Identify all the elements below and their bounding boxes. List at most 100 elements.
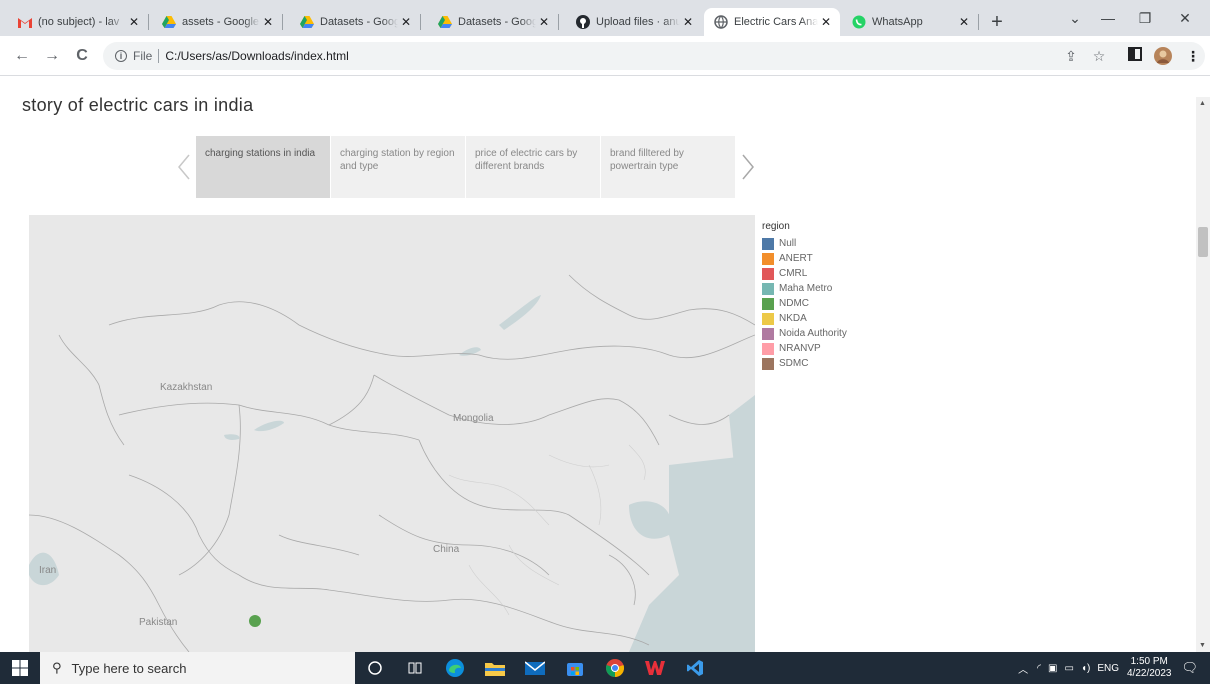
scroll-up-icon[interactable]: ▲: [1199, 100, 1206, 107]
legend-item[interactable]: Null: [762, 236, 847, 251]
microsoft-store-icon[interactable]: [555, 652, 595, 684]
legend-item[interactable]: NKDA: [762, 311, 847, 326]
map-label-mongolia: Mongolia: [453, 413, 494, 424]
chrome-icon[interactable]: [595, 652, 635, 684]
tab-github-upload[interactable]: Upload files · anu ✕: [566, 8, 702, 36]
show-hidden-icons-chevron-icon[interactable]: ︿: [1018, 661, 1028, 676]
google-drive-icon: [438, 15, 452, 29]
side-panel-icon[interactable]: [1126, 47, 1144, 65]
close-icon[interactable]: ✕: [126, 15, 142, 29]
mail-icon[interactable]: [515, 652, 555, 684]
legend-swatch: [762, 282, 774, 295]
map-label-iran: Iran: [39, 565, 57, 576]
gmail-icon: [18, 15, 32, 29]
scrollbar-thumb[interactable]: [1198, 227, 1208, 257]
file-explorer-icon[interactable]: [475, 652, 515, 684]
map-label-pakistan: Pakistan: [139, 617, 178, 628]
search-icon: ⚲: [52, 660, 62, 675]
minimize-icon[interactable]: —: [1088, 6, 1128, 30]
browser-menu-icon[interactable]: ⋮: [1184, 47, 1202, 65]
legend-label: Maha Metro: [779, 283, 833, 294]
google-drive-icon: [300, 15, 314, 29]
page-content: story of electric cars in india charging…: [0, 77, 1196, 652]
page-scrollbar[interactable]: ▲ ▼: [1196, 97, 1210, 652]
story-title: story of electric cars in india: [22, 95, 254, 115]
address-scheme-label: File: [133, 49, 153, 63]
legend-swatch: [762, 237, 774, 250]
legend-label: NDMC: [779, 298, 809, 309]
windows-start-icon[interactable]: [0, 652, 40, 684]
legend-item[interactable]: ANERT: [762, 251, 847, 266]
legend-swatch: [762, 342, 774, 355]
windows-taskbar: ⚲ Type here to search ︿ ◜ ▣ ▭ ◖) ENG 1:5…: [0, 652, 1210, 684]
task-view-icon[interactable]: [395, 652, 435, 684]
story-prev-arrow-icon[interactable]: [172, 136, 196, 198]
legend-item[interactable]: Noida Authority: [762, 326, 847, 341]
volume-icon[interactable]: ◖): [1081, 663, 1090, 674]
battery-icon[interactable]: ▭: [1064, 663, 1073, 674]
charging-stations-map[interactable]: Kazakhstan Mongolia China Iran Pakistan: [29, 215, 755, 652]
profile-avatar-icon[interactable]: [1154, 47, 1172, 65]
github-icon: [576, 15, 590, 29]
legend-item[interactable]: NDMC: [762, 296, 847, 311]
network-icon[interactable]: ◜: [1037, 663, 1041, 674]
story-point-charging-stations[interactable]: charging stations in india: [196, 136, 330, 198]
charging-station-marker[interactable]: [249, 615, 261, 627]
language-indicator[interactable]: ENG: [1097, 663, 1119, 674]
close-icon[interactable]: ✕: [260, 15, 276, 29]
share-icon[interactable]: ⇪: [1062, 47, 1080, 65]
bookmark-star-icon[interactable]: ☆: [1090, 47, 1108, 65]
cortana-icon[interactable]: [355, 652, 395, 684]
address-bar[interactable]: i File C:/Users/as/Downloads/index.html: [103, 42, 1205, 70]
taskbar-clock[interactable]: 1:50 PM 4/22/2023: [1127, 656, 1172, 680]
legend-label: NKDA: [779, 313, 807, 324]
reload-icon[interactable]: C: [70, 44, 94, 68]
address-url[interactable]: C:/Users/as/Downloads/index.html: [165, 49, 348, 63]
edge-icon[interactable]: [435, 652, 475, 684]
forward-arrow-icon[interactable]: →: [40, 44, 64, 68]
close-icon[interactable]: ✕: [680, 15, 696, 29]
vscode-icon[interactable]: [675, 652, 715, 684]
tab-electric-cars[interactable]: Electric Cars Anal ✕: [704, 8, 840, 36]
clock-time: 1:50 PM: [1130, 656, 1168, 667]
tab-datasets-drive-1[interactable]: Datasets - Google ✕: [290, 8, 421, 36]
close-icon[interactable]: ✕: [536, 15, 552, 29]
tab-gmail[interactable]: (no subject) - lav ✕: [8, 8, 149, 36]
new-tab-button[interactable]: +: [986, 12, 1008, 34]
taskbar-search-box[interactable]: ⚲ Type here to search: [40, 652, 355, 684]
restore-icon[interactable]: ❐: [1125, 6, 1165, 30]
story-point-brand-powertrain[interactable]: brand filltered by powertrain type: [601, 136, 735, 198]
story-next-arrow-icon[interactable]: [736, 136, 760, 198]
back-arrow-icon[interactable]: ←: [10, 44, 34, 68]
window-close-icon[interactable]: ✕: [1165, 6, 1205, 30]
legend-swatch: [762, 267, 774, 280]
region-legend: region Null ANERT CMRL Maha Metro NDMC N…: [762, 221, 847, 371]
legend-title: region: [762, 221, 790, 232]
wps-office-icon[interactable]: [635, 652, 675, 684]
google-drive-icon: [162, 15, 176, 29]
tab-datasets-drive-2[interactable]: Datasets - Google ✕: [428, 8, 559, 36]
legend-label: NRANVP: [779, 343, 821, 354]
browser-tab-strip: (no subject) - lav ✕ assets - Google D ✕…: [0, 0, 1210, 36]
story-point-region-type[interactable]: charging station by region and type: [331, 136, 465, 198]
legend-item[interactable]: Maha Metro: [762, 281, 847, 296]
legend-item[interactable]: SDMC: [762, 356, 847, 371]
close-icon[interactable]: ✕: [818, 15, 834, 29]
legend-label: Noida Authority: [779, 328, 847, 339]
legend-item[interactable]: NRANVP: [762, 341, 847, 356]
scroll-down-icon[interactable]: ▼: [1199, 642, 1206, 649]
info-icon[interactable]: i: [115, 50, 127, 62]
legend-label: SDMC: [779, 358, 809, 369]
tab-assets-drive[interactable]: assets - Google D ✕: [152, 8, 283, 36]
action-center-icon[interactable]: 🗨: [1181, 660, 1198, 676]
legend-swatch: [762, 297, 774, 310]
browser-toolbar: ← → C i File C:/Users/as/Downloads/index…: [0, 36, 1210, 76]
legend-label: CMRL: [779, 268, 808, 279]
tab-whatsapp[interactable]: WhatsApp ✕: [842, 8, 979, 36]
story-point-price-brands[interactable]: price of electric cars by different bran…: [466, 136, 600, 198]
map-label-china: China: [433, 544, 460, 555]
close-icon[interactable]: ✕: [956, 15, 972, 29]
close-icon[interactable]: ✕: [398, 15, 414, 29]
notification-badge-icon[interactable]: ▣: [1048, 663, 1057, 674]
legend-item[interactable]: CMRL: [762, 266, 847, 281]
